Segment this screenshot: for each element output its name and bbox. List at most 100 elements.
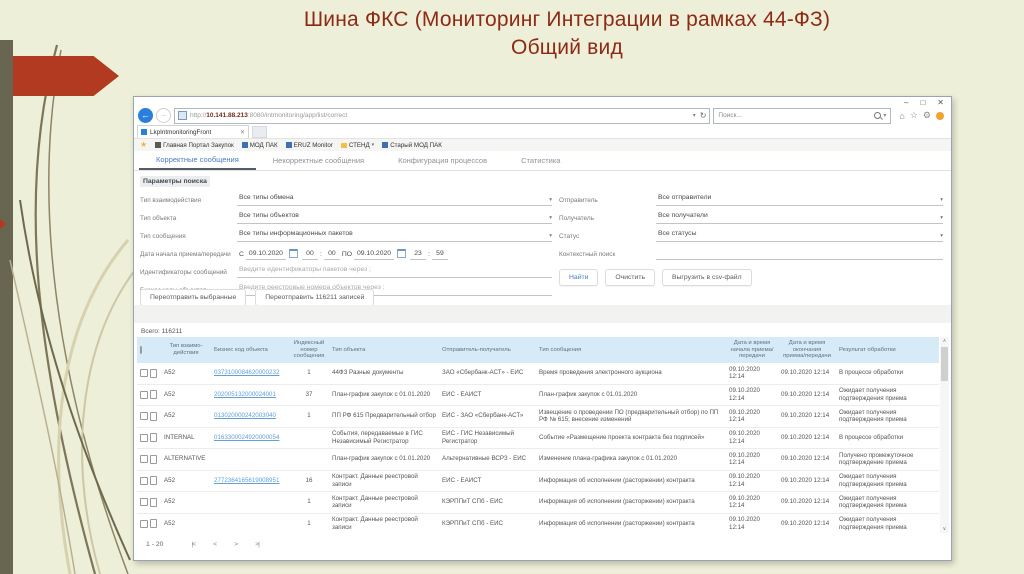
table-row[interactable]: ALTERNATIVE План-график закупок с 01.01.…	[137, 448, 939, 471]
export-csv-button[interactable]: Выгрузить в csv-файл	[662, 269, 752, 286]
resend-all-button[interactable]: Переотправить 116211 записей	[255, 289, 375, 306]
row-doc-icon[interactable]	[150, 476, 157, 486]
messages-table: Тип взаимо-действия Бизнес код объекта Инд…	[137, 337, 939, 533]
chevron-down-icon[interactable]: ▾	[883, 112, 886, 119]
cell-sender-receiver: ЕИС - ЕАИСТ	[439, 470, 536, 492]
hour-to-input[interactable]: 23	[410, 250, 427, 260]
resend-selected-button[interactable]: Переотправить выбранные	[140, 289, 247, 306]
row-doc-icon[interactable]	[150, 390, 157, 400]
minute-from-input[interactable]: 00	[323, 250, 340, 260]
bookmark-item[interactable]: МОД ПАК	[241, 142, 278, 149]
url-host: 10.141.88.213	[206, 112, 248, 119]
business-code-link[interactable]: 2772364165619008951	[214, 477, 279, 484]
business-code-link[interactable]: 0373100084620000232	[214, 369, 279, 376]
select-all-checkbox[interactable]	[140, 345, 142, 354]
browser-tab[interactable]: LkpIntmonitoringFront ✕	[137, 125, 249, 138]
row-doc-icon[interactable]	[150, 519, 157, 529]
app-tab[interactable]: Конфигурация процессов	[381, 151, 504, 170]
field-label: Тип взаимодействия	[140, 197, 202, 204]
app-tab[interactable]: Некорректные сообщения	[256, 151, 381, 170]
cell-message-type: Изменение плана-графика закупок с 01.01.…	[536, 448, 726, 471]
message-type-select[interactable]: Все типы информационных пакетов ▾	[237, 230, 552, 242]
first-page-icon[interactable]: |<	[191, 541, 196, 548]
browser-tab-strip: LkpIntmonitoringFront ✕	[137, 125, 951, 138]
table-scrollbar[interactable]: ∧ ∨	[940, 337, 949, 533]
row-checkbox[interactable]	[140, 519, 148, 528]
forward-button[interactable]: →	[156, 108, 171, 123]
favicon-icon	[285, 142, 292, 148]
row-checkbox[interactable]	[140, 390, 148, 399]
cell-business-code: 0373100084620000232	[211, 363, 289, 385]
app-tab[interactable]: Корректные сообщения	[139, 151, 256, 170]
refresh-icon[interactable]: ↻	[700, 111, 707, 120]
calendar-icon[interactable]	[288, 249, 298, 258]
table-row[interactable]: A52 202005132000024001 37 План-график за…	[137, 384, 939, 406]
row-doc-icon[interactable]	[150, 497, 157, 507]
date-to-input[interactable]: 09.10.2020	[354, 250, 395, 260]
close-icon[interactable]: ✕	[937, 99, 944, 107]
bookmark-item[interactable]: Старый МОД ПАК	[382, 142, 442, 149]
search-icon[interactable]	[874, 112, 882, 119]
row-checkbox[interactable]	[140, 498, 148, 507]
receiver-select[interactable]: Все получатели ▾	[656, 212, 943, 224]
cell-message-type: Информация об исполнении (расторжении) к…	[536, 470, 726, 492]
table-row[interactable]: A52 1 Контракт. Данные реестровой записи…	[137, 513, 939, 533]
row-doc-icon[interactable]	[150, 368, 157, 378]
minute-to-input[interactable]: 59	[431, 250, 448, 260]
last-page-icon[interactable]: >|	[255, 541, 260, 548]
calendar-icon[interactable]	[397, 249, 407, 258]
hour-from-input[interactable]: 00	[301, 250, 318, 260]
business-code-link[interactable]: 0163300024920000054	[214, 434, 279, 441]
minimize-icon[interactable]: –	[904, 99, 908, 107]
prev-page-icon[interactable]: <	[213, 541, 217, 548]
search-input[interactable]: Поиск... ▾	[713, 107, 892, 124]
sender-select[interactable]: Все отправители ▾	[656, 194, 943, 206]
tab-close-icon[interactable]: ✕	[240, 129, 245, 136]
find-button[interactable]: Найти	[559, 269, 599, 286]
bookmark-item[interactable]: СТЕНД ▾	[340, 142, 374, 149]
next-page-icon[interactable]: >	[234, 541, 238, 548]
favorites-star-icon[interactable]: ★	[140, 141, 147, 149]
business-code-link[interactable]: 013020000242003040	[214, 412, 276, 419]
table-row[interactable]: INTERNAL 0163300024920000054 События, пе…	[137, 427, 939, 449]
cell-end-datetime: 09.10.2020 12:14	[778, 448, 836, 471]
favorites-icon[interactable]: ☆	[910, 110, 918, 121]
row-checkbox[interactable]	[140, 412, 148, 421]
chevron-down-icon[interactable]: ▾	[693, 112, 696, 119]
page-range: 1 - 20	[146, 541, 164, 548]
feedback-smiley-icon[interactable]	[936, 111, 944, 120]
row-doc-icon[interactable]	[150, 454, 157, 464]
gear-icon[interactable]: ⚙	[923, 110, 931, 121]
row-checkbox[interactable]	[140, 433, 148, 442]
bookmark-item[interactable]: ERUZ Monitor	[285, 142, 333, 149]
bookmark-item[interactable]: Главная Портал Закупок	[155, 142, 234, 149]
new-tab-button[interactable]	[252, 126, 267, 138]
date-from-input[interactable]: 09.10.2020	[245, 250, 286, 260]
cell-business-code	[211, 448, 289, 471]
app-tab[interactable]: Статистика	[504, 151, 577, 170]
row-checkbox[interactable]	[140, 476, 148, 485]
back-button[interactable]: ←	[138, 108, 153, 123]
address-bar[interactable]: http://10.141.88.213:8080/intmonitoring/…	[174, 107, 711, 124]
row-checkbox[interactable]	[140, 369, 148, 378]
scroll-down-icon[interactable]: ∨	[943, 525, 947, 533]
home-icon[interactable]: ⌂	[899, 111, 904, 121]
status-select[interactable]: Все статусы ▾	[656, 230, 943, 242]
scroll-up-icon[interactable]: ∧	[943, 337, 947, 345]
row-doc-icon[interactable]	[150, 433, 157, 443]
table-row[interactable]: A52 2772364165619008951 16 Контракт. Дан…	[137, 470, 939, 492]
table-row[interactable]: A52 013020000242003040 1 ПП РФ 615 Предв…	[137, 405, 939, 428]
table-row[interactable]: A52 1 Контракт. Данные реестровой записи…	[137, 491, 939, 514]
object-type-select[interactable]: Все типы объектов ▾	[237, 212, 552, 224]
interaction-type-select[interactable]: Все типы обмена ▾	[237, 194, 552, 206]
table-row[interactable]: A52 0373100084620000232 1 44ФЗ Разные до…	[137, 363, 939, 385]
clear-button[interactable]: Очистить	[605, 269, 655, 286]
message-ids-input[interactable]: Введите идентификаторы пакетов через ;	[237, 266, 552, 278]
row-doc-icon[interactable]	[150, 411, 157, 421]
row-checkbox[interactable]	[140, 455, 148, 464]
context-search-input[interactable]	[656, 248, 943, 260]
business-code-link[interactable]: 202005132000024001	[214, 391, 276, 398]
bookmark-label: Старый МОД ПАК	[390, 141, 442, 149]
maximize-icon[interactable]: □	[920, 99, 925, 107]
scroll-thumb[interactable]	[941, 347, 948, 381]
